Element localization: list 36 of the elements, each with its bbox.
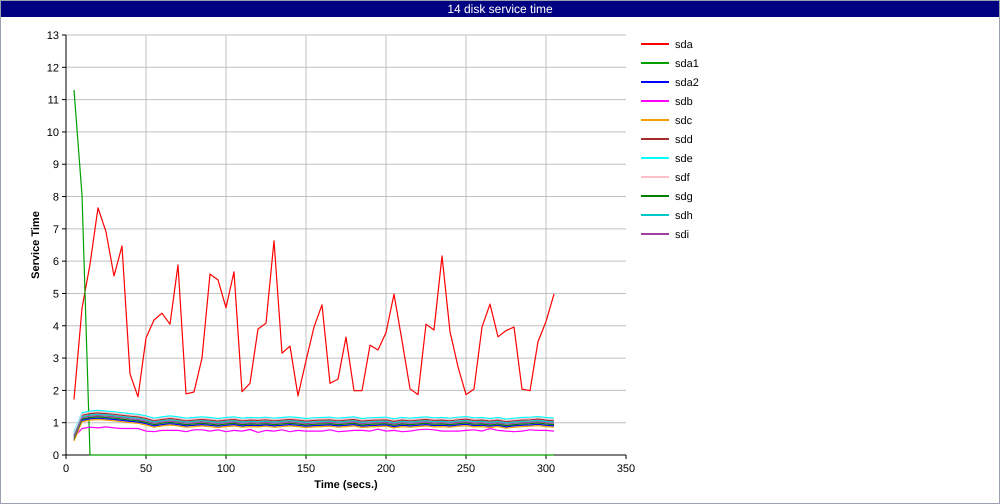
y-tick-label: 0 bbox=[52, 450, 59, 462]
legend-label: sda bbox=[675, 39, 693, 51]
y-tick-label: 2 bbox=[52, 385, 59, 398]
y-tick-label: 9 bbox=[52, 159, 59, 172]
y-tick-label: 7 bbox=[52, 224, 59, 236]
y-tick-label: 13 bbox=[46, 30, 59, 42]
legend-label: sda2 bbox=[675, 77, 699, 89]
legend-label: sdd bbox=[675, 134, 693, 146]
x-tick-label: 100 bbox=[216, 463, 236, 475]
y-tick-label: 4 bbox=[52, 320, 59, 333]
y-axis-title: Service Time bbox=[30, 211, 42, 279]
y-tick-label: 8 bbox=[52, 192, 59, 204]
y-tick-label: 5 bbox=[52, 288, 59, 300]
x-tick-label: 250 bbox=[456, 463, 476, 475]
legend-label: sda1 bbox=[675, 58, 699, 70]
legend-label: sdg bbox=[675, 191, 693, 203]
y-tick-label: 3 bbox=[52, 353, 59, 366]
x-tick-label: 150 bbox=[296, 463, 316, 475]
x-tick-label: 0 bbox=[62, 463, 70, 475]
window-title: 14 disk service time bbox=[447, 3, 553, 15]
legend-label: sdh bbox=[675, 210, 693, 222]
y-tick-label: 1 bbox=[52, 418, 59, 430]
legend-label: sdc bbox=[675, 115, 692, 127]
y-tick-label: 6 bbox=[52, 256, 59, 268]
y-tick-label: 11 bbox=[48, 94, 59, 107]
x-tick-label: 350 bbox=[616, 463, 636, 475]
x-tick-label: 200 bbox=[376, 463, 396, 475]
legend-label: sde bbox=[675, 153, 693, 165]
legend-label: sdf bbox=[675, 172, 690, 184]
legend-label: sdi bbox=[675, 229, 690, 241]
x-tick-label: 50 bbox=[140, 463, 152, 475]
y-tick-label: 12 bbox=[46, 62, 59, 74]
x-axis-title: Time (secs.) bbox=[314, 479, 378, 491]
y-tick-label: 10 bbox=[46, 126, 59, 139]
x-tick-label: 300 bbox=[536, 463, 556, 475]
legend-label: sdb bbox=[675, 96, 693, 108]
